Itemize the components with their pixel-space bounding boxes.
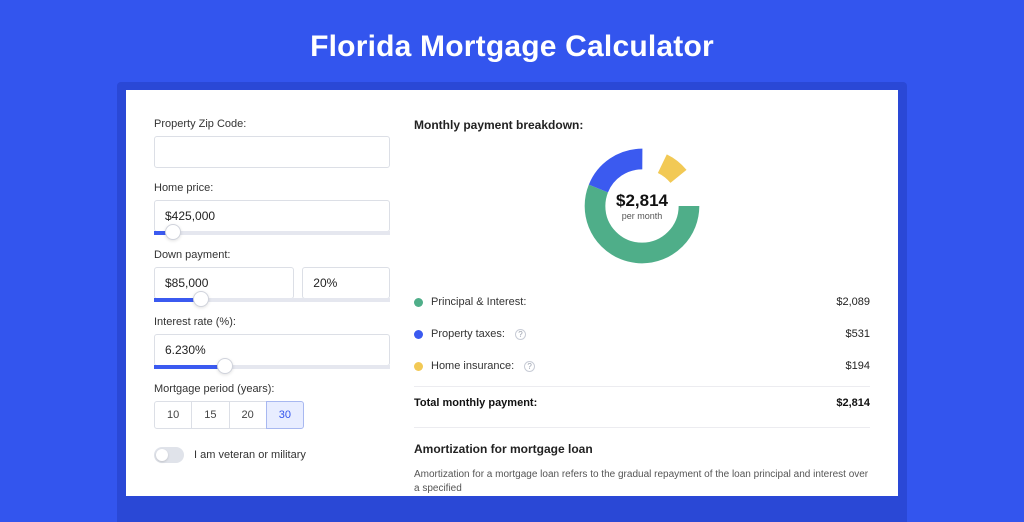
down-payment-slider-thumb[interactable] [193, 291, 209, 307]
zip-field-group: Property Zip Code: [154, 118, 390, 168]
card-shadow: Property Zip Code: Home price: Down paym… [117, 82, 907, 522]
total-value: $2,814 [836, 397, 870, 409]
legend-row: Home insurance:? $194 [414, 350, 870, 382]
interest-input[interactable] [154, 334, 390, 366]
breakdown-heading: Monthly payment breakdown: [414, 118, 870, 132]
amortization-heading: Amortization for mortgage loan [414, 442, 870, 456]
page-title: Florida Mortgage Calculator [0, 0, 1024, 82]
legend-row: Property taxes:? $531 [414, 318, 870, 350]
legend-label: Home insurance: [431, 360, 514, 372]
legend-dot [414, 298, 423, 307]
total-row: Total monthly payment: $2,814 [414, 386, 870, 409]
form-column: Property Zip Code: Home price: Down paym… [154, 118, 390, 496]
legend-row: Principal & Interest: $2,089 [414, 286, 870, 318]
legend-value: $2,089 [836, 296, 870, 308]
home-price-input[interactable] [154, 200, 390, 232]
period-button-15[interactable]: 15 [191, 401, 229, 429]
home-price-slider[interactable] [154, 231, 390, 235]
legend-value: $194 [846, 360, 870, 372]
down-payment-label: Down payment: [154, 249, 390, 261]
donut-sub: per month [616, 211, 668, 221]
interest-label: Interest rate (%): [154, 316, 390, 328]
amortization-section: Amortization for mortgage loan Amortizat… [414, 427, 870, 496]
home-price-field-group: Home price: [154, 182, 390, 235]
help-icon[interactable]: ? [515, 329, 526, 340]
legend-label: Principal & Interest: [431, 296, 526, 308]
calculator-card: Property Zip Code: Home price: Down paym… [126, 90, 898, 496]
veteran-label: I am veteran or military [194, 449, 306, 461]
legend-value: $531 [846, 328, 870, 340]
period-button-10[interactable]: 10 [154, 401, 192, 429]
zip-input[interactable] [154, 136, 390, 168]
donut-amount: $2,814 [616, 191, 668, 211]
home-price-label: Home price: [154, 182, 390, 194]
down-payment-field-group: Down payment: [154, 249, 390, 302]
help-icon[interactable]: ? [524, 361, 535, 372]
veteran-toggle[interactable] [154, 447, 184, 463]
period-button-30[interactable]: 30 [266, 401, 304, 429]
total-label: Total monthly payment: [414, 397, 537, 409]
down-payment-input[interactable] [154, 267, 294, 299]
interest-slider-thumb[interactable] [217, 358, 233, 374]
donut-center: $2,814 per month [616, 191, 668, 221]
period-button-group: 10152030 [154, 401, 390, 429]
legend-label: Property taxes: [431, 328, 505, 340]
down-payment-pct-input[interactable] [302, 267, 390, 299]
veteran-toggle-knob [156, 449, 168, 461]
legend-dot [414, 330, 423, 339]
veteran-row: I am veteran or military [154, 447, 390, 463]
period-label: Mortgage period (years): [154, 383, 390, 395]
amortization-text: Amortization for a mortgage loan refers … [414, 468, 870, 496]
interest-slider[interactable] [154, 365, 390, 369]
interest-slider-fill [154, 365, 225, 369]
breakdown-column: Monthly payment breakdown: $2,814 per mo… [414, 118, 870, 496]
donut-chart-wrap: $2,814 per month [414, 144, 870, 268]
legend-dot [414, 362, 423, 371]
interest-field-group: Interest rate (%): [154, 316, 390, 369]
home-price-slider-thumb[interactable] [165, 224, 181, 240]
period-button-20[interactable]: 20 [229, 401, 267, 429]
legend-list: Principal & Interest: $2,089 Property taxe… [414, 286, 870, 382]
down-payment-slider[interactable] [154, 298, 390, 302]
zip-label: Property Zip Code: [154, 118, 390, 130]
period-field-group: Mortgage period (years): 10152030 [154, 383, 390, 429]
